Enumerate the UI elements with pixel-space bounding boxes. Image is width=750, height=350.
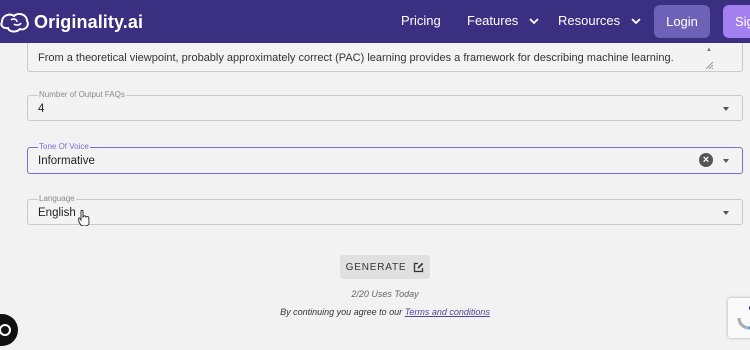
language-label: Language [38, 194, 76, 204]
generate-button[interactable]: GENERATE [340, 255, 430, 279]
nav-resources[interactable]: Resources [558, 13, 641, 28]
edit-icon [414, 262, 424, 272]
tone-value: Informative [38, 155, 95, 167]
resize-grip-icon[interactable] [704, 60, 714, 70]
signup-button[interactable]: Sig [723, 5, 750, 38]
language-select[interactable]: Language English [27, 194, 743, 225]
caret-down-icon[interactable] [723, 211, 729, 215]
terms-link[interactable]: Terms and conditions [405, 307, 490, 317]
terms-prefix: By continuing you agree to our [280, 307, 405, 317]
tone-label: Tone Of Voice [38, 142, 90, 152]
brand-logo[interactable]: Originality.ai [0, 11, 143, 33]
nav-pricing[interactable]: Pricing [401, 13, 441, 28]
hand-cursor-icon [78, 210, 90, 226]
top-navbar: Originality.ai Pricing Features Resource… [0, 0, 750, 43]
language-value: English [38, 207, 76, 219]
nav-features[interactable]: Features [467, 13, 539, 28]
usage-counter: 2/20 Uses Today [351, 289, 419, 299]
scroll-up-arrow-icon[interactable]: ▲ [706, 47, 712, 53]
nav-pricing-label: Pricing [401, 13, 441, 28]
text-input-area[interactable]: From a theoretical viewpoint, probably a… [27, 43, 743, 72]
tone-select[interactable]: Tone Of Voice Informative × [27, 142, 743, 174]
recaptcha-badge[interactable] [728, 298, 750, 338]
chevron-down-icon [529, 17, 539, 24]
login-button[interactable]: Login [654, 5, 710, 38]
clear-icon[interactable]: × [699, 153, 713, 167]
caret-down-icon[interactable] [723, 159, 729, 163]
terms-notice: By continuing you agree to our Terms and… [0, 307, 750, 317]
chevron-down-icon [631, 17, 641, 24]
generate-label: GENERATE [345, 261, 407, 273]
faqs-label: Number of Output FAQs [38, 90, 126, 100]
logo-text: Originality.ai [34, 11, 144, 32]
chat-widget-button[interactable] [0, 314, 18, 346]
caret-down-icon[interactable] [723, 107, 729, 111]
faqs-value: 4 [38, 103, 45, 115]
recaptcha-icon [737, 306, 750, 330]
chat-icon [0, 324, 11, 336]
text-input-value: From a theoretical viewpoint, probably a… [38, 52, 674, 64]
faqs-select[interactable]: Number of Output FAQs 4 [27, 90, 743, 121]
nav-resources-label: Resources [558, 13, 621, 28]
brain-logo-icon [0, 12, 29, 33]
nav-features-label: Features [467, 13, 519, 28]
